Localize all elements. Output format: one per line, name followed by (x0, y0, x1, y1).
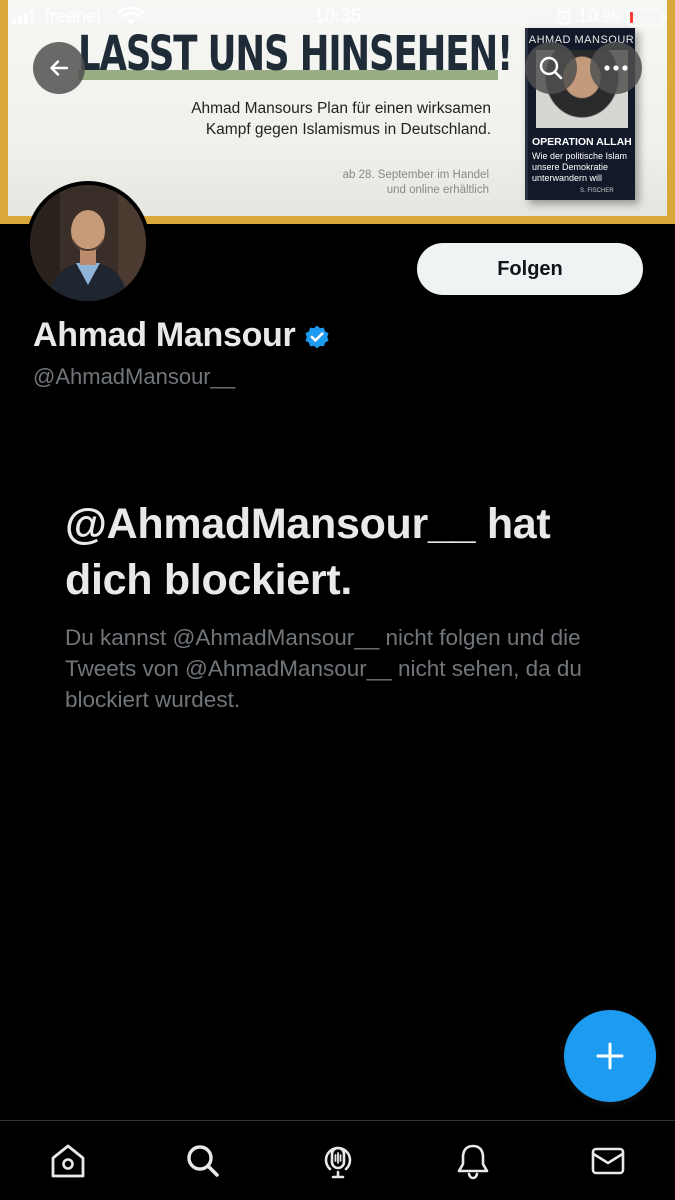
blocked-description: Du kannst @AhmadMansour__ nicht folgen u… (65, 625, 582, 712)
book-title: OPERATION ALLAH (532, 136, 632, 148)
tab-notifications[interactable] (443, 1141, 503, 1181)
battery-percentage: 10 % (578, 6, 620, 26)
verified-badge-icon (305, 325, 330, 348)
avatar[interactable] (26, 181, 150, 305)
display-name: Ahmad Mansour (33, 316, 296, 354)
blocked-title: @AhmadMansour__ hat dich blockiert. (65, 500, 551, 604)
profile-name-row: Ahmad Mansour (33, 316, 331, 355)
home-icon (51, 1144, 84, 1178)
alarm-clock-icon (556, 8, 572, 26)
battery-icon (627, 9, 666, 26)
mail-icon (591, 1147, 624, 1175)
status-time: 10:35 (313, 6, 362, 27)
profile-handle: @AhmadMansour__ (33, 364, 236, 389)
book-subtitle-line: Wie der politische Islam (532, 151, 628, 161)
banner-release-line2: und online erhältlich (386, 184, 489, 196)
tab-search[interactable] (173, 1141, 233, 1181)
battery-level-fill (630, 12, 633, 23)
arrow-left-icon (50, 60, 69, 76)
more-horizontal-icon (604, 65, 628, 71)
book-subtitle-line: unterwandern will (532, 173, 603, 183)
compose-tweet-button[interactable] (564, 1010, 656, 1102)
banner-headline: LASST UNS HINSEHEN! (78, 26, 513, 82)
avatar-photo (30, 185, 146, 301)
bottom-tab-bar (0, 1120, 675, 1200)
back-button[interactable] (33, 42, 85, 94)
search-icon (186, 1145, 219, 1177)
book-subtitle: Wie der politische Islam unsere Demokrat… (532, 151, 636, 184)
follow-button[interactable]: Folgen (417, 243, 643, 295)
tab-spaces[interactable] (308, 1141, 368, 1181)
spaces-microphone-icon (324, 1146, 351, 1179)
banner-subtitle-line1: Ahmad Mansours Plan für einen wirksamen (191, 100, 491, 117)
book-publisher: S. FISCHER (580, 188, 614, 194)
tab-messages[interactable] (578, 1141, 638, 1181)
banner-release-line1: ab 28. September im Handel (342, 169, 489, 181)
status-bar: freenet 10:35 10 % (0, 0, 675, 34)
plus-icon (596, 1042, 624, 1070)
more-options-button[interactable] (590, 42, 642, 94)
book-subtitle-line: unsere Demokratie (532, 162, 609, 172)
bell-icon (457, 1144, 488, 1180)
banner-subtitle-line2: Kampf gegen Islamismus in Deutschland. (205, 121, 491, 138)
search-profile-button[interactable] (525, 42, 577, 94)
tab-home[interactable] (38, 1141, 98, 1181)
search-icon (539, 56, 563, 80)
